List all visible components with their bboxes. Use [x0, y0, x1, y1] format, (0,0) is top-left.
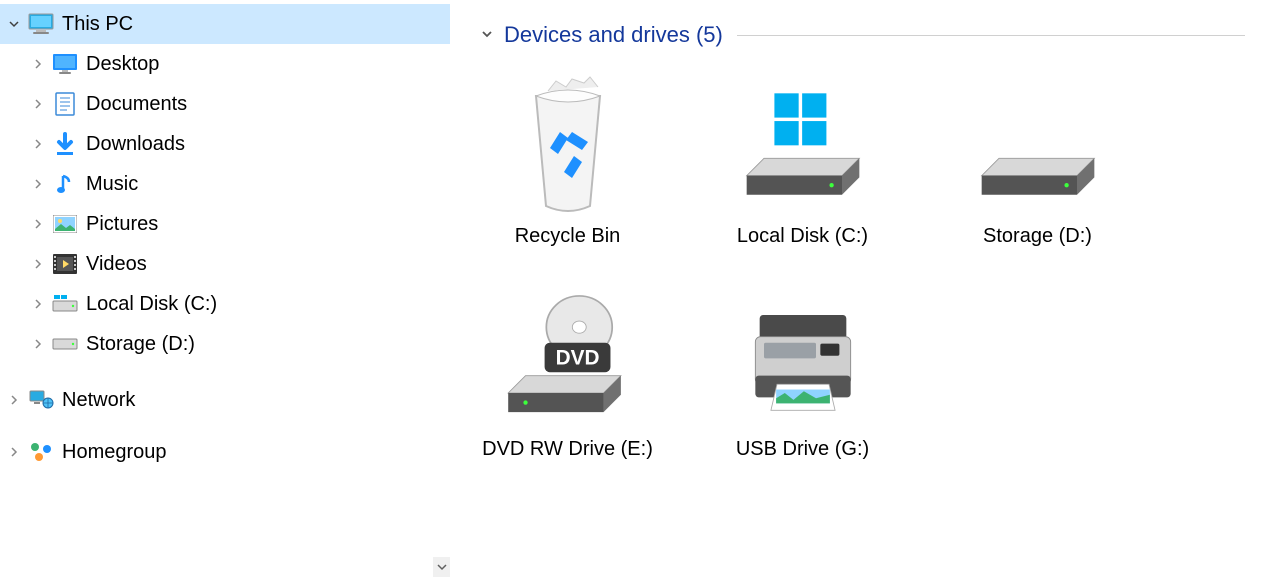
tree-item-network[interactable]: Network [0, 380, 450, 420]
chevron-right-icon[interactable] [30, 259, 46, 269]
item-recycle-bin[interactable]: Recycle Bin [480, 66, 655, 249]
homegroup-icon [28, 439, 54, 465]
videos-icon [52, 251, 78, 277]
chevron-right-icon[interactable] [30, 299, 46, 309]
tree-label: Network [62, 389, 135, 412]
drive-icon [52, 331, 78, 357]
chevron-right-icon[interactable] [30, 339, 46, 349]
tree-label: Documents [86, 93, 187, 116]
item-label: Storage (D:) [983, 224, 1092, 249]
tree-item-documents[interactable]: Documents [0, 84, 450, 124]
item-label: DVD RW Drive (E:) [482, 437, 653, 462]
tree-label: Desktop [86, 53, 159, 76]
desktop-icon [52, 51, 78, 77]
chevron-down-icon[interactable] [6, 18, 22, 30]
music-icon [52, 171, 78, 197]
chevron-right-icon[interactable] [30, 179, 46, 189]
hdd-icon [973, 66, 1103, 216]
item-usb-drive-g[interactable]: USB Drive (G:) [715, 279, 890, 462]
drive-icon [52, 291, 78, 317]
chevron-right-icon[interactable] [6, 447, 22, 457]
tree-item-videos[interactable]: Videos [0, 244, 450, 284]
tree-item-music[interactable]: Music [0, 164, 450, 204]
chevron-right-icon[interactable] [30, 99, 46, 109]
tree-item-local-disk-c[interactable]: Local Disk (C:) [0, 284, 450, 324]
recycle-bin-icon [503, 66, 633, 216]
item-label: Local Disk (C:) [737, 224, 868, 249]
chevron-right-icon[interactable] [30, 219, 46, 229]
tree-item-storage-d[interactable]: Storage (D:) [0, 324, 450, 364]
svg-text:DVD: DVD [555, 346, 599, 369]
dvd-drive-icon: DVD [503, 279, 633, 429]
network-icon [28, 387, 54, 413]
tree-label: Music [86, 173, 138, 196]
tree-item-desktop[interactable]: Desktop [0, 44, 450, 84]
pictures-icon [52, 211, 78, 237]
tree-label: Homegroup [62, 441, 167, 464]
downloads-icon [52, 131, 78, 157]
chevron-right-icon[interactable] [6, 395, 22, 405]
tree-label: Downloads [86, 133, 185, 156]
documents-icon [52, 91, 78, 117]
tree-item-this-pc[interactable]: This PC [0, 4, 450, 44]
item-dvd-drive-e[interactable]: DVD DVD RW Drive (E:) [480, 279, 655, 462]
tree-item-downloads[interactable]: Downloads [0, 124, 450, 164]
printer-icon [738, 279, 868, 429]
tree-label: Videos [86, 253, 147, 276]
tree-label: Pictures [86, 213, 158, 236]
chevron-right-icon[interactable] [30, 59, 46, 69]
content-pane: Devices and drives (5) Recycle Bin [450, 0, 1285, 585]
item-local-disk-c[interactable]: Local Disk (C:) [715, 66, 890, 249]
divider [737, 35, 1245, 36]
item-label: Recycle Bin [515, 224, 621, 249]
tree-label: Local Disk (C:) [86, 293, 217, 316]
os-drive-icon [738, 66, 868, 216]
drive-grid: Recycle Bin [480, 66, 1245, 462]
tree-label: Storage (D:) [86, 333, 195, 356]
chevron-right-icon[interactable] [30, 139, 46, 149]
item-storage-d[interactable]: Storage (D:) [950, 66, 1125, 249]
computer-icon [28, 11, 54, 37]
group-header-label: Devices and drives (5) [504, 22, 723, 48]
tree-item-homegroup[interactable]: Homegroup [0, 432, 450, 472]
tree-item-pictures[interactable]: Pictures [0, 204, 450, 244]
tree-label: This PC [62, 13, 133, 36]
item-label: USB Drive (G:) [736, 437, 869, 462]
navigation-pane: This PC Desktop [0, 0, 450, 585]
scroll-down-button[interactable] [433, 557, 450, 577]
group-header-devices[interactable]: Devices and drives (5) [480, 22, 1245, 48]
chevron-down-icon[interactable] [480, 25, 494, 46]
